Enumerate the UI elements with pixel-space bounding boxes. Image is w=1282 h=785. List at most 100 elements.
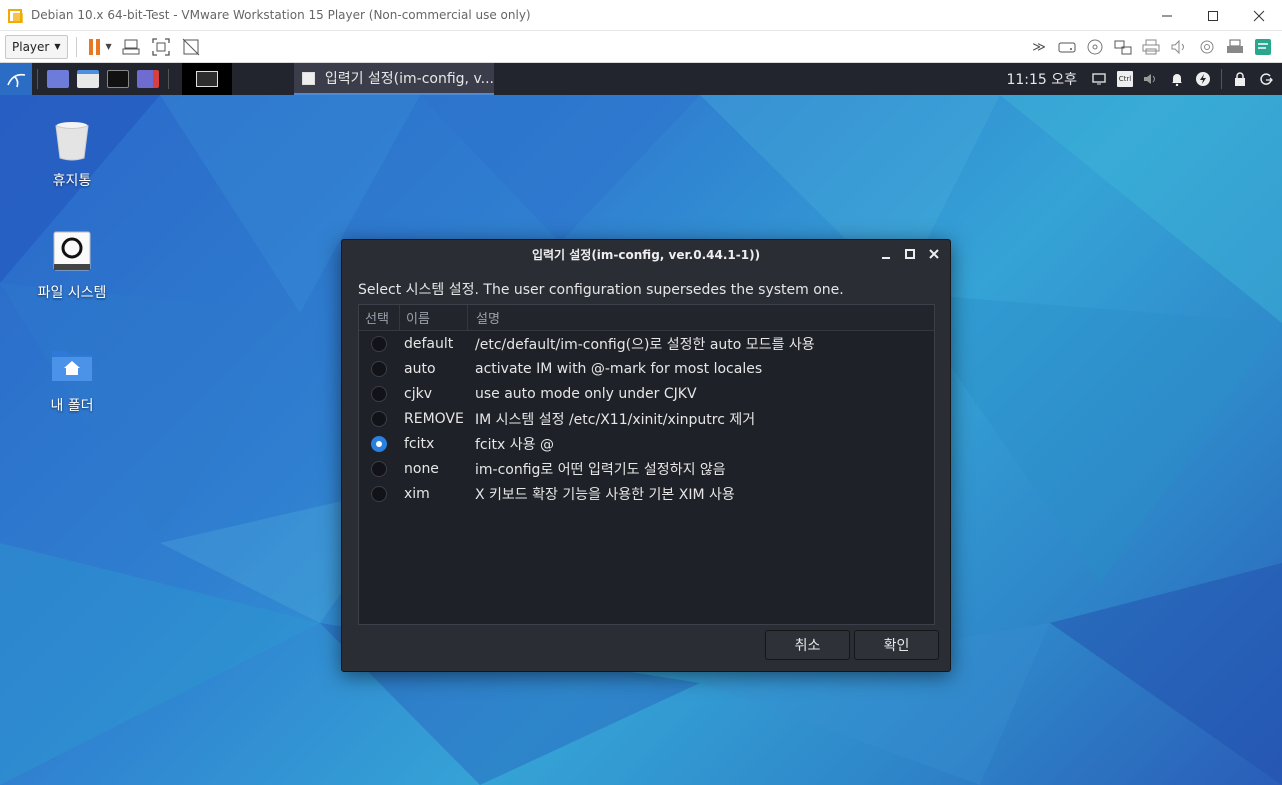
list-body: default/etc/default/im-config(으)로 설정한 au… (359, 331, 934, 506)
list-header: 선택 이름 설명 (359, 304, 934, 331)
radio-cell (359, 385, 399, 402)
close-icon[interactable] (1236, 0, 1282, 31)
row-name: xim (404, 485, 430, 502)
window-icon (302, 71, 315, 85)
window-title: Debian 10.x 64-bit-Test - VMware Worksta… (31, 8, 531, 22)
guest-desktop: 입력기 설정(im-config, v... 11:15 오후 Ctrl 휴지통… (0, 63, 1282, 785)
applications-menu-button[interactable] (0, 63, 32, 95)
radio-cell (359, 335, 399, 352)
logout-icon[interactable] (1258, 71, 1274, 87)
printer-icon[interactable] (1140, 36, 1162, 58)
pause-dropdown-icon[interactable]: ▼ (106, 42, 112, 51)
row-name: auto (404, 360, 436, 377)
row-description: im-config로 어떤 입력기도 설정하지 않음 (475, 461, 726, 478)
list-item[interactable]: cjkv use auto mode only under CJKV (359, 381, 934, 406)
desktop-icon-home[interactable]: 내 폴더 (22, 343, 122, 415)
desktop-icon-label: 휴지통 (52, 173, 92, 189)
terminal-icon[interactable] (107, 70, 129, 88)
vmware-title-bar: Debian 10.x 64-bit-Test - VMware Worksta… (0, 0, 1282, 31)
radio-cell (359, 485, 399, 502)
desktop-icon-label: 내 폴더 (50, 398, 94, 414)
row-description: X 키보드 확장 기능을 사용한 기본 XIM 사용 (475, 486, 735, 503)
display-icon[interactable] (1091, 71, 1107, 87)
radio-button[interactable] (371, 435, 387, 452)
file-manager-icon[interactable] (77, 70, 99, 88)
trash-icon (55, 122, 89, 161)
workspace-preview (196, 71, 218, 87)
maximize-icon[interactable] (1190, 0, 1236, 31)
list-item[interactable]: xim X 키보드 확장 기능을 사용한 기본 XIM 사용 (359, 481, 934, 506)
list-item[interactable]: none im-config로 어떤 입력기도 설정하지 않음 (359, 456, 934, 481)
list-item[interactable]: fcitx fcitx 사용 @ (359, 431, 934, 456)
column-header-description[interactable]: 설명 (467, 304, 934, 331)
workspace-switcher[interactable] (182, 63, 232, 95)
notifications-bell-icon[interactable] (1169, 71, 1185, 87)
panel-divider (37, 69, 38, 89)
fullscreen-icon[interactable] (150, 36, 172, 58)
row-description: IM 시스템 설정 /etc/X11/xinit/xinputrc 제거 (475, 411, 756, 428)
desktop-icon-label: 파일 시스템 (37, 285, 107, 301)
dialog-titlebar: 입력기 설정(im-config, ver.0.44.1-1)) (342, 240, 950, 268)
list-item[interactable]: auto activate IM with @-mark for most loc… (359, 356, 934, 381)
radio-cell (359, 360, 399, 377)
column-header-select[interactable]: 선택 (359, 308, 399, 327)
taskbar-item-label: 입력기 설정(im-config, v... (324, 71, 494, 87)
im-list: 선택 이름 설명 default/etc/default/im-config(으… (358, 304, 935, 625)
row-description: /etc/default/im-config(으)로 설정한 auto 모드를 … (475, 336, 815, 353)
player-toolbar: Player ▼ ▼ ≫ (0, 31, 1282, 63)
radio-button[interactable] (371, 460, 387, 477)
minimize-icon[interactable] (1144, 0, 1190, 31)
row-description: activate IM with @-mark for most locales (475, 360, 763, 377)
usb-printer-icon[interactable] (1224, 36, 1246, 58)
system-tray: 11:15 오후 Ctrl (1006, 63, 1274, 95)
unity-icon[interactable] (180, 36, 202, 58)
dialog-prompt: Select 시스템 설정. The user configuration su… (358, 282, 844, 298)
network-adapter-icon[interactable] (1112, 36, 1134, 58)
cancel-button[interactable]: 취소 (765, 630, 850, 660)
pause-icon[interactable] (88, 38, 100, 55)
row-description: fcitx 사용 @ (475, 436, 554, 453)
sound-card-icon[interactable] (1168, 36, 1190, 58)
radio-button[interactable] (371, 360, 387, 377)
chevron-down-icon: ▼ (54, 42, 61, 51)
dialog-title: 입력기 설정(im-config, ver.0.44.1-1)) (531, 247, 761, 262)
fcitx-keyboard-icon[interactable]: Ctrl (1117, 71, 1133, 87)
lock-icon[interactable] (1232, 71, 1248, 87)
radio-button[interactable] (371, 410, 387, 427)
player-menu-button[interactable]: Player ▼ (5, 34, 68, 59)
camera-icon[interactable] (1196, 36, 1218, 58)
screen-recorder-icon[interactable] (137, 70, 159, 88)
radio-button[interactable] (371, 485, 387, 502)
toolbar-divider (75, 36, 77, 57)
hard-disk-icon[interactable] (1056, 36, 1078, 58)
chevron-more-icon[interactable]: ≫ (1028, 36, 1050, 58)
vmware-app-icon (8, 7, 24, 23)
row-name: cjkv (404, 385, 432, 402)
column-header-name[interactable]: 이름 (399, 304, 467, 331)
volume-icon[interactable] (1143, 71, 1159, 87)
send-ctrl-alt-del-icon[interactable] (120, 36, 142, 58)
dialog-maximize-icon[interactable] (904, 248, 916, 260)
radio-cell (359, 460, 399, 477)
row-name: fcitx (404, 435, 435, 452)
taskbar-item-im-config[interactable]: 입력기 설정(im-config, v... (294, 63, 494, 95)
top-panel: 입력기 설정(im-config, v... 11:15 오후 Ctrl (0, 63, 1282, 95)
cd-dvd-icon[interactable] (1084, 36, 1106, 58)
radio-button[interactable] (371, 385, 387, 402)
show-desktop-icon[interactable] (47, 70, 69, 88)
power-manager-icon[interactable] (1195, 71, 1211, 87)
clock[interactable]: 11:15 오후 (1006, 69, 1077, 89)
message-log-icon[interactable] (1252, 36, 1274, 58)
list-item[interactable]: default/etc/default/im-config(으)로 설정한 au… (359, 331, 934, 356)
radio-cell (359, 410, 399, 427)
dialog-minimize-icon[interactable] (880, 248, 892, 260)
drive-icon (53, 231, 91, 271)
desktop-icon-trash[interactable]: 휴지통 (22, 118, 122, 190)
ok-button[interactable]: 확인 (854, 630, 939, 660)
row-name: default (404, 335, 454, 352)
list-item[interactable]: REMOVE IM 시스템 설정 /etc/X11/xinit/xinputrc … (359, 406, 934, 431)
panel-divider (168, 69, 169, 89)
radio-button[interactable] (371, 335, 387, 352)
desktop-icon-filesystem[interactable]: 파일 시스템 (22, 230, 122, 302)
dialog-close-icon[interactable] (928, 248, 940, 260)
